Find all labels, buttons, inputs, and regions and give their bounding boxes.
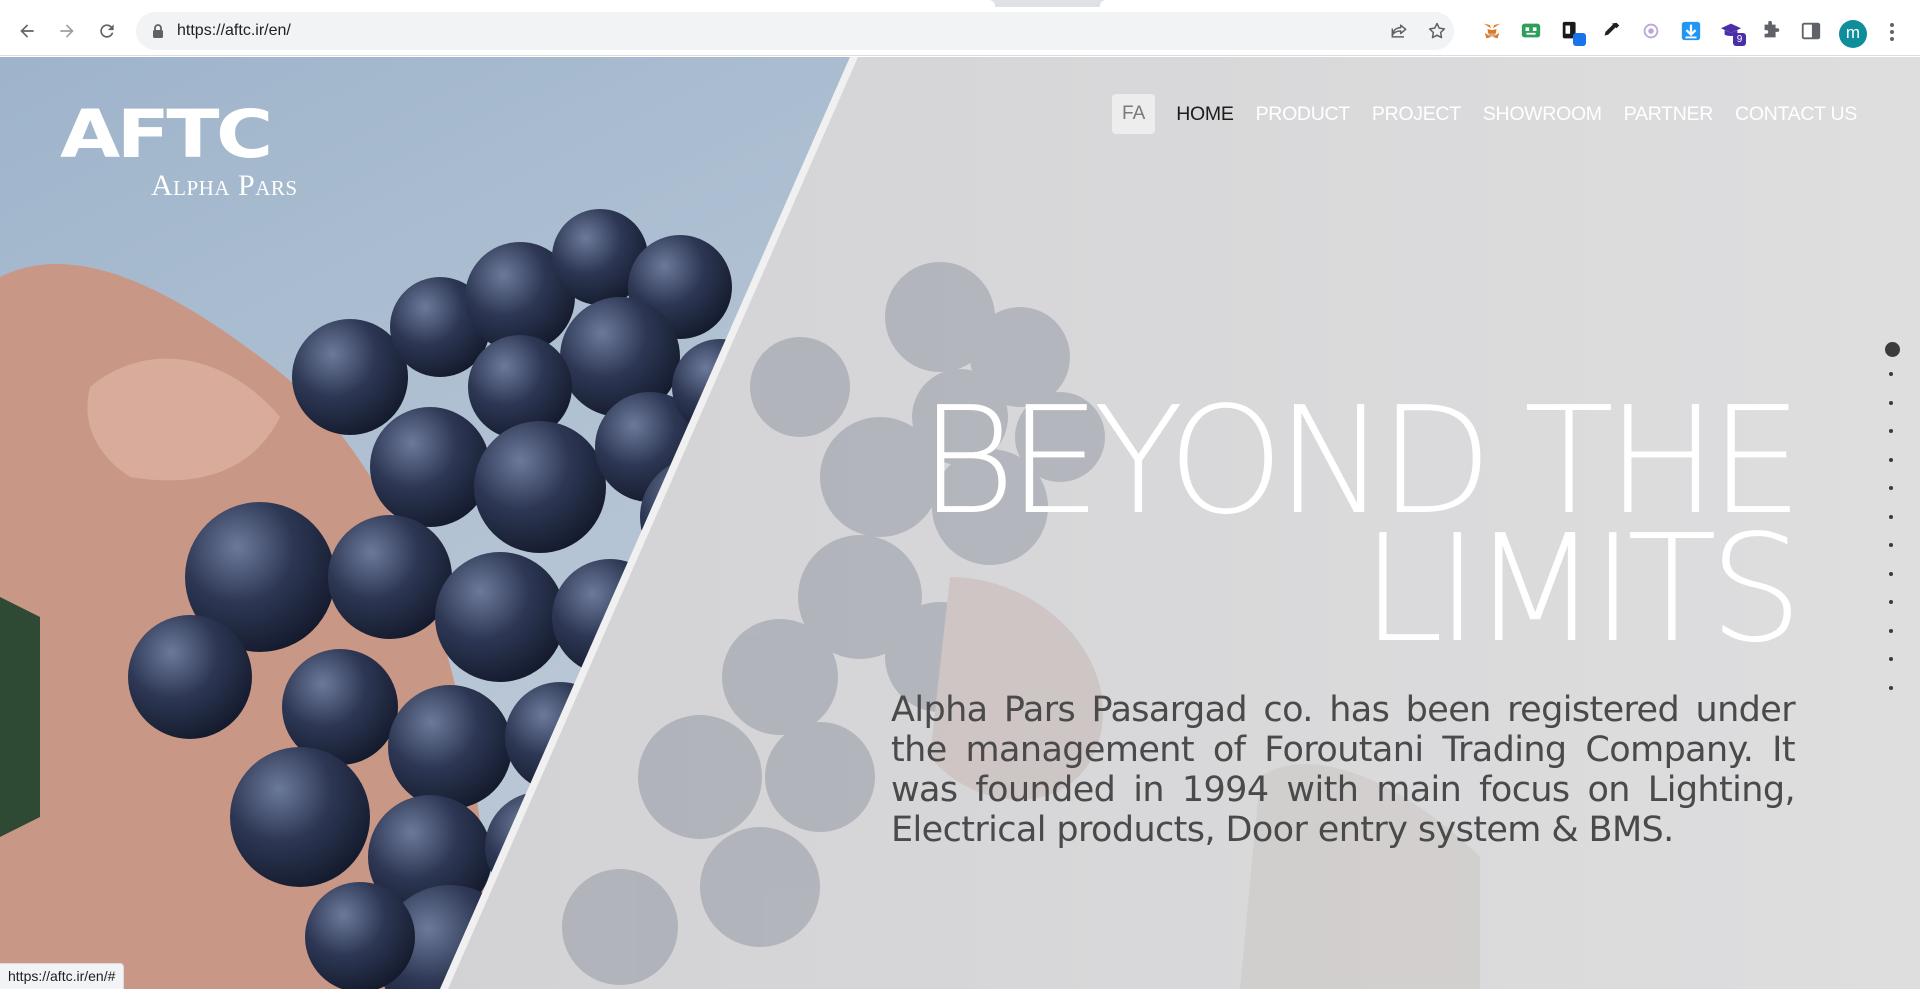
browser-tab[interactable] [1100,0,1920,7]
arrow-right-icon [60,24,74,38]
section-dot-6[interactable] [1889,486,1893,490]
section-dot-10[interactable] [1889,600,1893,604]
section-dot-11[interactable] [1889,628,1893,633]
section-dot-navigation [1885,342,1900,714]
reload-icon [100,24,114,38]
nav-item-showroom[interactable]: SHOWROOM [1472,94,1613,134]
language-switch-button[interactable]: FA [1112,94,1156,134]
nav-item-home[interactable]: HOME [1165,94,1244,134]
nav-item-contact-us[interactable]: CONTACT US [1724,94,1868,134]
forward-button[interactable] [51,15,83,47]
wallet-extension-icon[interactable] [1559,19,1586,46]
hero-section: AFTC Alpha Pars FA HOME PRODUCT PROJECT … [0,57,1920,989]
nav-item-partner[interactable]: PARTNER [1613,94,1724,134]
reload-button[interactable] [91,15,123,47]
back-button[interactable] [11,15,43,47]
graduation-extension-icon[interactable]: 9 [1719,19,1746,46]
share-icon[interactable] [1389,21,1409,41]
download-extension-icon[interactable] [1679,19,1703,43]
metamask-fox-icon[interactable] [1480,19,1504,43]
company-intro-text: Alpha Pars Pasargad co. has been registe… [891,690,1796,850]
lock-icon [153,24,163,38]
nav-item-project[interactable]: PROJECT [1361,94,1472,134]
puzzle-extensions-icon[interactable] [1759,19,1783,43]
section-dot-13[interactable] [1889,685,1893,690]
address-bar[interactable]: https://aftc.ir/en/ [136,12,1454,50]
side-panel-icon[interactable] [1799,19,1823,43]
section-dot-3[interactable] [1889,400,1893,405]
site-logo[interactable]: AFTC Alpha Pars [60,96,380,215]
section-dot-4[interactable] [1889,429,1893,433]
section-dot-12[interactable] [1889,657,1893,661]
bookmark-star-icon[interactable] [1427,21,1447,41]
robot-extension-icon[interactable] [1519,19,1543,43]
eyedropper-icon[interactable] [1599,19,1623,43]
logo-mark: AFTC [60,96,273,173]
logo-subtitle: Alpha Pars [151,169,298,202]
profile-avatar[interactable]: m [1839,20,1867,48]
section-dot-2[interactable] [1889,372,1893,376]
main-navigation: FA HOME PRODUCT PROJECT SHOWROOM PARTNER… [1112,94,1868,134]
hero-headline: BEYOND THE LIMITS [795,387,1803,663]
more-menu-icon[interactable] [1880,20,1904,44]
section-dot-1[interactable] [1885,342,1900,357]
flower-extension-icon[interactable] [1639,19,1663,43]
section-dot-9[interactable] [1889,571,1893,576]
tab-strip [0,0,1920,7]
active-tab[interactable] [0,0,995,7]
extension-badge [1573,33,1586,46]
url-text: https://aftc.ir/en/ [177,22,291,39]
browser-toolbar: https://aftc.ir/en/ 9 m [0,7,1920,56]
nav-item-product[interactable]: PRODUCT [1245,94,1361,134]
section-dot-7[interactable] [1889,514,1893,519]
section-dot-8[interactable] [1889,543,1893,547]
page-viewport: AFTC Alpha Pars FA HOME PRODUCT PROJECT … [0,57,1920,989]
extension-badge-count: 9 [1733,33,1746,46]
section-dot-5[interactable] [1889,457,1893,462]
arrow-left-icon [20,24,34,38]
status-bar-url: https://aftc.ir/en/# [0,963,125,989]
